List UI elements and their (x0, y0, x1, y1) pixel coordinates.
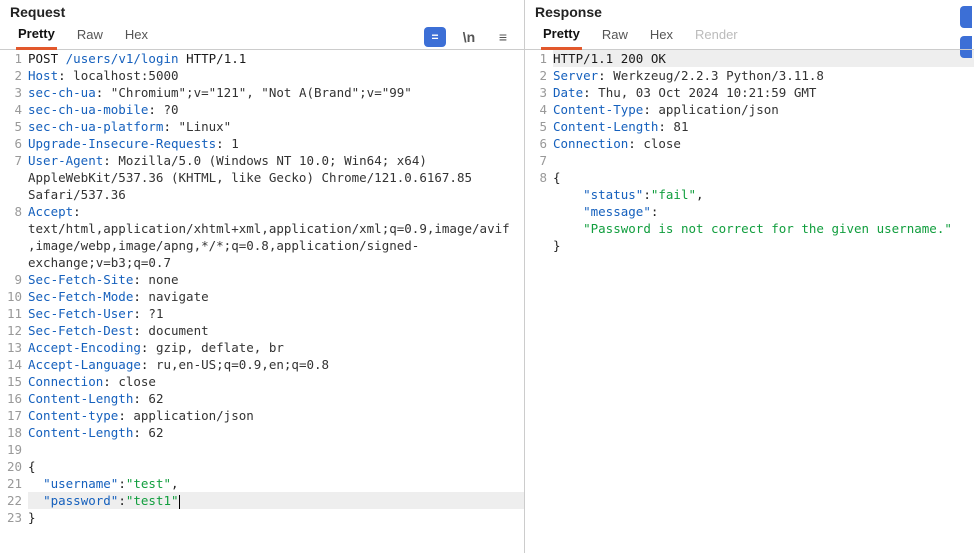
newline-toggle-button[interactable]: \n (458, 27, 480, 47)
json-key-username: "username" (43, 476, 118, 491)
json-key-message: "message" (583, 204, 651, 219)
header-value: 81 (673, 119, 688, 134)
tab-pretty[interactable]: Pretty (16, 24, 57, 50)
header-value: "Linux" (179, 119, 232, 134)
tab-pretty[interactable]: Pretty (541, 24, 582, 50)
header-value: application/json (133, 408, 253, 423)
header-value: 62 (148, 425, 163, 440)
header-value: none (148, 272, 178, 287)
json-val-password: "test1" (126, 493, 179, 508)
header-value: gzip, deflate, br (156, 340, 284, 355)
header-value: 62 (148, 391, 163, 406)
http-path: /users/v1/login (66, 51, 179, 66)
header-value: 1 (231, 136, 239, 151)
json-val-message: "Password is not correct for the given u… (583, 221, 952, 236)
response-title: Response (525, 0, 974, 22)
status-line: HTTP/1.1 200 OK (553, 51, 666, 66)
response-editor[interactable]: 1HTTP/1.1 200 OK 2Server: Werkzeug/2.2.3… (525, 50, 974, 553)
header-value: document (148, 323, 208, 338)
request-panel: Request Pretty Raw Hex = \n ≡ 1 POST /use… (0, 0, 525, 553)
header-value: localhost:5000 (73, 68, 178, 83)
response-panel: Response Pretty Raw Hex Render 1HTTP/1.1… (525, 0, 974, 553)
tab-raw[interactable]: Raw (600, 25, 630, 48)
header-value: Werkzeug/2.2.3 Python/3.11.8 (613, 68, 824, 83)
header-value: text/html,application/xhtml+xml,applicat… (28, 221, 510, 270)
header-value: ru,en-US;q=0.9,en;q=0.8 (156, 357, 329, 372)
request-editor[interactable]: 1POST /users/v1/login HTTP/1.1 2Host: lo… (0, 50, 524, 553)
request-tabbar: Pretty Raw Hex = \n ≡ (0, 22, 524, 50)
tab-hex[interactable]: Hex (123, 25, 150, 48)
header-value: application/json (658, 102, 778, 117)
text-cursor-icon (179, 495, 180, 509)
json-key-password: "password" (43, 493, 118, 508)
header-value: navigate (148, 289, 208, 304)
header-value: ?0 (163, 102, 178, 117)
tab-hex[interactable]: Hex (648, 25, 675, 48)
tab-raw[interactable]: Raw (75, 25, 105, 48)
body-close-brace: } (553, 237, 974, 254)
body-open-brace: { (553, 169, 974, 186)
json-val-username: "test" (126, 476, 171, 491)
http-method: POST (28, 51, 58, 66)
header-value: close (643, 136, 681, 151)
format-button[interactable]: = (424, 27, 446, 47)
split-container: Request Pretty Raw Hex = \n ≡ 1 POST /use… (0, 0, 974, 553)
http-version: HTTP/1.1 (186, 51, 246, 66)
json-key-status: "status" (583, 187, 643, 202)
header-value: Thu, 03 Oct 2024 10:21:59 GMT (598, 85, 816, 100)
response-tabbar: Pretty Raw Hex Render (525, 22, 974, 50)
body-close-brace: } (28, 509, 524, 526)
json-val-status: "fail" (651, 187, 696, 202)
header-value: "Chromium";v="121", "Not A(Brand";v="99" (111, 85, 412, 100)
request-title: Request (0, 0, 524, 22)
menu-button[interactable]: ≡ (492, 27, 514, 47)
header-value: close (118, 374, 156, 389)
body-open-brace: { (28, 458, 524, 475)
header-value: ?1 (148, 306, 163, 321)
tab-render[interactable]: Render (693, 25, 740, 48)
request-tools: = \n ≡ (424, 27, 514, 47)
